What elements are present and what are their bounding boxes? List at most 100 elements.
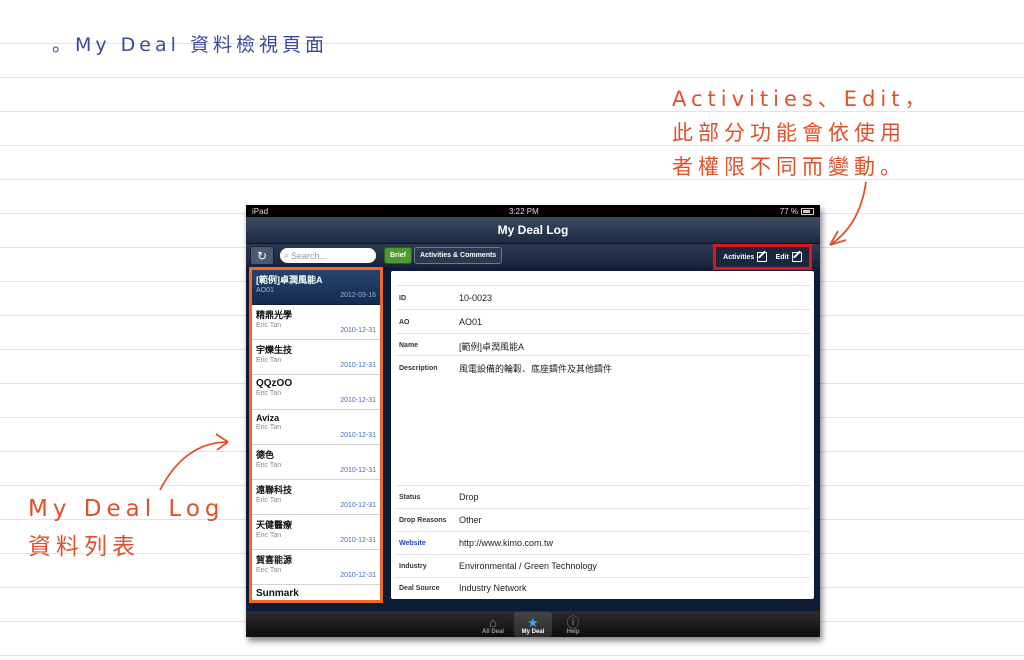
field-label: Name xyxy=(399,342,419,349)
home-icon: ⌂ xyxy=(489,615,497,630)
list-item[interactable]: 德色 Eric Tan 2010-12-31 xyxy=(252,445,380,480)
field-description: Description 風電設備的輪轂、底座鑄件及其他鑄件 xyxy=(395,355,810,485)
device-label: iPad xyxy=(252,206,269,216)
nav-title: My Deal Log xyxy=(497,223,569,237)
field-label: Drop Reasons xyxy=(399,517,447,524)
list-item-name: 精鼎光學 xyxy=(256,310,293,320)
field-label: Deal Source xyxy=(399,585,440,592)
annotation-line: 資料列表 xyxy=(28,534,140,560)
field-ao: AO AO01 xyxy=(395,309,810,333)
deal-list: [範例]卓潤風能A AO01 2012-03-16 精鼎光學 Eric Tan … xyxy=(249,267,383,603)
annotation-list-note: My Deal Log 資料列表 xyxy=(28,490,258,566)
list-item-name: 遠聯科技 xyxy=(256,485,293,495)
activities-button[interactable]: Activities xyxy=(723,252,768,262)
permission-actions-highlight: Activities Edit xyxy=(713,244,812,270)
list-item-date: 2010-12-31 xyxy=(340,432,376,439)
list-item-name: 宇爍生技 xyxy=(256,345,293,355)
field-value: 風電設備的輪轂、底座鑄件及其他鑄件 xyxy=(459,364,613,374)
list-item-name: QQzOO xyxy=(256,378,293,389)
field-name: Name [範例]卓潤風能A xyxy=(395,333,810,355)
toolbar: ↻ ⌕ Search... Brief Activities & Comment… xyxy=(246,244,820,270)
list-item[interactable]: QQzOO Eric Tan 2010-12-31 xyxy=(252,375,380,410)
refresh-icon: ↻ xyxy=(256,248,268,263)
compose-icon xyxy=(791,252,802,262)
list-item[interactable]: Aviza Eric Tan 2010-12-31 xyxy=(252,410,380,445)
star-icon: ★ xyxy=(527,615,539,630)
list-item-date: 2010-12-31 xyxy=(340,327,376,334)
tab-label: Help xyxy=(566,629,580,635)
field-deal-source: Deal Source Industry Network xyxy=(395,577,810,599)
search-input[interactable]: ⌕ Search... xyxy=(280,248,376,263)
nav-bar: My Deal Log xyxy=(246,217,820,244)
status-right: 77 % xyxy=(780,207,814,216)
battery-percent: 77 % xyxy=(779,206,798,216)
list-item-name: 德色 xyxy=(256,450,275,460)
refresh-button[interactable]: ↻ xyxy=(250,246,274,265)
ipad-screen: iPad 3:22 PM 77 % My Deal Log ↻ ⌕ Search… xyxy=(246,205,820,637)
field-value: Other xyxy=(459,515,482,525)
field-status: Status Drop xyxy=(395,485,810,508)
tab-label: My Deal xyxy=(521,629,545,635)
field-value: [範例]卓潤風能A xyxy=(459,342,525,352)
field-label: ID xyxy=(399,295,406,302)
field-label: Description xyxy=(399,365,438,372)
annotation-permissions-note: Activities、Edit， 此部分功能會依使用 者權限不同而變動。 xyxy=(672,82,972,184)
field-value: Industry Network xyxy=(459,583,527,593)
field-value: Environmental / Green Technology xyxy=(459,561,597,571)
status-time: 3:22 PM xyxy=(508,206,539,216)
tab-help[interactable]: ⓘ Help xyxy=(554,612,592,637)
activities-label: Activities xyxy=(723,253,755,261)
tab-all-deal[interactable]: ⌂ All Deal xyxy=(474,612,512,637)
list-item[interactable]: 遠聯科技 Eric Tan 2010-12-31 xyxy=(252,480,380,515)
field-value: Drop xyxy=(459,492,479,502)
list-item[interactable]: Sunmark xyxy=(252,585,380,600)
field-label: Status xyxy=(399,494,421,501)
website-link[interactable]: http://www.kimo.com.tw xyxy=(459,538,553,548)
field-drop-reasons: Drop Reasons Other xyxy=(395,508,810,531)
list-item-date: 2010-12-31 xyxy=(340,467,376,474)
tab-bar: ⌂ All Deal ★ My Deal ⓘ Help xyxy=(246,611,820,637)
list-item[interactable]: 賀喜能源 Eric Tan 2010-12-31 xyxy=(252,550,380,585)
compose-icon xyxy=(757,252,768,262)
field-label: Industry xyxy=(399,563,427,570)
list-item-name: 賀喜能源 xyxy=(256,555,293,565)
list-item-name: Sunmark xyxy=(256,588,299,599)
tab-label: All Deal xyxy=(481,629,504,635)
field-value: 10-0023 xyxy=(459,293,493,303)
list-item-name: Aviza xyxy=(256,413,280,423)
field-website: Website http://www.kimo.com.tw xyxy=(395,531,810,554)
annotation-line: My Deal Log xyxy=(28,496,225,522)
page-title: 。My Deal 資料檢視頁面 xyxy=(52,34,328,56)
battery-icon xyxy=(800,207,814,215)
list-item-date: 2012-03-16 xyxy=(340,292,376,299)
list-item-date: 2010-12-31 xyxy=(340,397,376,404)
list-item-date: 2010-12-31 xyxy=(340,537,376,544)
activities-comments-tab-button[interactable]: Activities & Comments xyxy=(413,247,503,264)
tab-my-deal[interactable]: ★ My Deal xyxy=(514,612,552,637)
annotation-line: 者權限不同而變動。 xyxy=(672,155,906,179)
list-item[interactable]: 天健醫療 Eric Tan 2010-12-31 xyxy=(252,515,380,550)
list-item[interactable]: [範例]卓潤風能A AO01 2012-03-16 xyxy=(252,270,380,305)
list-item-name: [範例]卓潤風能A xyxy=(256,275,323,285)
annotation-line: Activities、Edit， xyxy=(672,87,931,111)
field-id: ID 10-0023 xyxy=(395,285,810,309)
list-item-date: 2010-12-31 xyxy=(340,572,376,579)
annotation-line: 此部分功能會依使用 xyxy=(672,121,906,145)
field-value: AO01 xyxy=(459,317,483,327)
list-item[interactable]: 宇爍生技 Eric Tan 2010-12-31 xyxy=(252,340,380,375)
edit-label: Edit xyxy=(775,253,789,261)
field-industry: Industry Environmental / Green Technolog… xyxy=(395,554,810,577)
search-placeholder: Search... xyxy=(291,250,328,261)
deal-detail-panel: ID 10-0023 AO AO01 Name [範例]卓潤風能A Descri… xyxy=(391,271,814,599)
list-item-owner: Eric Tan xyxy=(256,390,282,397)
list-item-date: 2010-12-31 xyxy=(340,502,376,509)
list-item-name: 天健醫療 xyxy=(256,520,293,530)
brief-tab-button[interactable]: Brief xyxy=(384,247,412,264)
list-item-date: 2010-12-31 xyxy=(340,362,376,369)
edit-button[interactable]: Edit xyxy=(776,252,802,262)
list-item[interactable]: 精鼎光學 Eric Tan 2010-12-31 xyxy=(252,305,380,340)
field-label[interactable]: Website xyxy=(399,540,426,547)
status-bar: iPad 3:22 PM 77 % xyxy=(246,205,820,217)
list-item-owner: Eric Tan xyxy=(256,424,282,431)
field-label: AO xyxy=(399,319,410,326)
